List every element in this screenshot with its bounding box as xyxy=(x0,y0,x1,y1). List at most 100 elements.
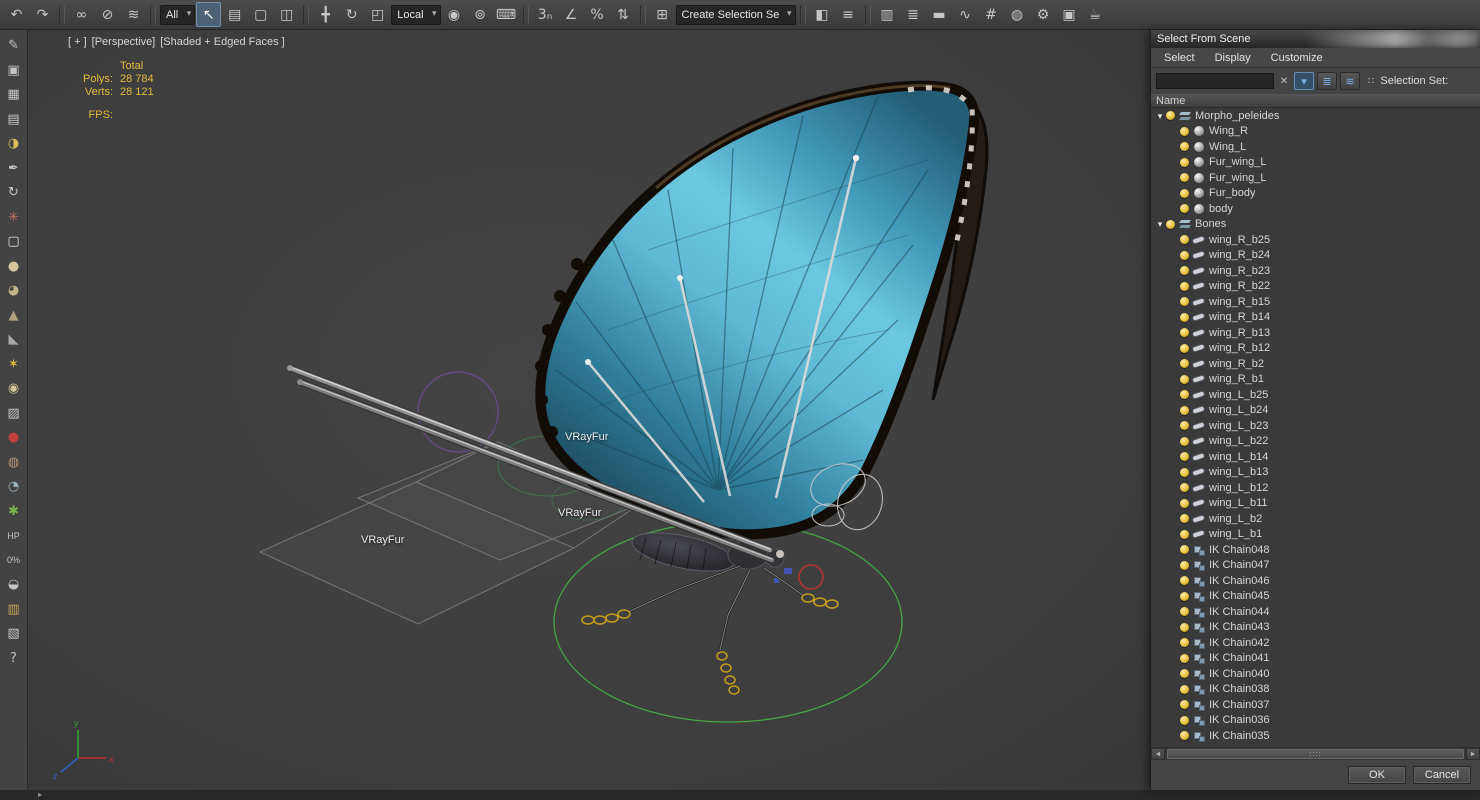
rotate-tool-icon[interactable]: ↻ xyxy=(3,182,25,203)
undo-button[interactable]: ↶ xyxy=(4,2,29,27)
vase-tool-icon[interactable]: ◍ xyxy=(3,452,25,473)
visibility-bulb-icon[interactable] xyxy=(1180,328,1189,338)
visibility-bulb-icon[interactable] xyxy=(1180,297,1189,307)
percent-tool-icon[interactable]: 0% xyxy=(3,550,25,571)
tree-row[interactable]: wing_R_b25 xyxy=(1151,232,1480,248)
tree-row[interactable]: wing_L_b11 xyxy=(1151,496,1480,512)
tree-row[interactable]: wing_R_b24 xyxy=(1151,248,1480,264)
horizontal-scrollbar[interactable] xyxy=(1151,747,1480,760)
tree-row[interactable]: IK Chain041 xyxy=(1151,651,1480,667)
visibility-bulb-icon[interactable] xyxy=(1180,560,1189,570)
visibility-bulb-icon[interactable] xyxy=(1180,684,1189,694)
toggle-scene-explorer-button[interactable]: ▥ xyxy=(875,2,900,27)
tree-row[interactable]: Wing_L xyxy=(1151,139,1480,155)
tree-row[interactable]: Wing_R xyxy=(1151,124,1480,140)
tree-row[interactable]: IK Chain048 xyxy=(1151,542,1480,558)
tree-row[interactable]: wing_L_b24 xyxy=(1151,403,1480,419)
scroll-left-icon[interactable] xyxy=(1151,748,1165,760)
tree-row[interactable]: IK Chain040 xyxy=(1151,666,1480,682)
curve-editor-button[interactable]: ∿ xyxy=(953,2,978,27)
pen-tool-icon[interactable]: ✒ xyxy=(3,158,25,179)
leaf-tool-icon[interactable]: ✱ xyxy=(3,501,25,522)
schematic-view-button[interactable]: # xyxy=(979,2,1004,27)
menu-select[interactable]: Select xyxy=(1155,50,1204,66)
visibility-bulb-icon[interactable] xyxy=(1180,436,1189,446)
select-object-button[interactable]: ↖ xyxy=(196,2,222,27)
lamp-tool-icon[interactable]: ◑ xyxy=(3,133,25,154)
tree-row[interactable]: wing_L_b2 xyxy=(1151,511,1480,527)
cancel-button[interactable]: Cancel xyxy=(1413,766,1471,784)
display-materials-button[interactable]: ≋ xyxy=(1340,72,1360,90)
square-tool-icon[interactable]: ▢ xyxy=(3,231,25,252)
reference-coordinate-dropdown[interactable]: Local xyxy=(391,4,441,25)
visibility-bulb-icon[interactable] xyxy=(1180,421,1189,431)
visibility-bulb-icon[interactable] xyxy=(1180,467,1189,477)
rendered-frame-button[interactable]: ▣ xyxy=(1057,2,1082,27)
align-button[interactable]: ≡ xyxy=(836,2,861,27)
expand-collapse-icon[interactable] xyxy=(1155,218,1165,230)
select-and-manipulate-button[interactable]: ⊚ xyxy=(468,2,493,27)
angle-snap-button[interactable]: ∠ xyxy=(559,2,584,27)
tree-row[interactable]: wing_R_b22 xyxy=(1151,279,1480,295)
expand-collapse-icon[interactable] xyxy=(1155,110,1165,122)
visibility-bulb-icon[interactable] xyxy=(1180,204,1189,214)
toggle-layer-explorer-button[interactable]: ≣ xyxy=(901,2,926,27)
toggle-ribbon-button[interactable]: ▬ xyxy=(927,2,952,27)
tree-row[interactable]: body xyxy=(1151,201,1480,217)
use-pivot-point-button[interactable]: ◉ xyxy=(442,2,467,27)
ball-tool-icon[interactable]: ◉ xyxy=(3,378,25,399)
tree-row[interactable]: wing_L_b13 xyxy=(1151,465,1480,481)
burst-tool-icon[interactable]: ✳ xyxy=(3,207,25,228)
select-and-move-button[interactable]: ╋ xyxy=(313,2,338,27)
tree-row[interactable]: Fur_body xyxy=(1151,186,1480,202)
viewport-shading-menu[interactable]: [Shaded + Edged Faces ] xyxy=(160,36,284,48)
panel-tool-icon[interactable]: ▣ xyxy=(3,60,25,81)
tree-row[interactable]: IK Chain036 xyxy=(1151,713,1480,729)
visibility-bulb-icon[interactable] xyxy=(1180,157,1189,167)
render-production-button[interactable]: ☕ xyxy=(1083,2,1108,27)
hatch-tool-icon[interactable]: ▧ xyxy=(3,623,25,644)
tree-row[interactable]: wing_L_b14 xyxy=(1151,449,1480,465)
visibility-bulb-icon[interactable] xyxy=(1180,312,1189,322)
tree-row[interactable]: wing_R_b2 xyxy=(1151,356,1480,372)
select-and-rotate-button[interactable]: ↻ xyxy=(339,2,364,27)
visibility-bulb-icon[interactable] xyxy=(1180,343,1189,353)
named-selection-set-field[interactable]: Create Selection Se xyxy=(675,4,796,25)
material-editor-button[interactable]: ◍ xyxy=(1005,2,1030,27)
select-and-link-button[interactable]: ∞ xyxy=(69,2,94,27)
window-crossing-button[interactable]: ◫ xyxy=(274,2,299,27)
visibility-bulb-icon[interactable] xyxy=(1180,250,1189,260)
visibility-bulb-icon[interactable] xyxy=(1166,219,1175,229)
tree-row[interactable]: wing_R_b1 xyxy=(1151,372,1480,388)
keyboard-shortcut-override-button[interactable]: ⌨ xyxy=(494,2,519,27)
display-layers-button[interactable]: ≣ xyxy=(1317,72,1337,90)
tree-row[interactable]: wing_R_b14 xyxy=(1151,310,1480,326)
spinner-snap-button[interactable]: ⇅ xyxy=(611,2,636,27)
tree-row[interactable]: wing_R_b15 xyxy=(1151,294,1480,310)
visibility-bulb-icon[interactable] xyxy=(1180,266,1189,276)
visibility-bulb-icon[interactable] xyxy=(1180,638,1189,648)
percent-snap-button[interactable]: % xyxy=(585,2,610,27)
rectangular-selection-region-button[interactable]: ▢ xyxy=(248,2,273,27)
tree-row[interactable]: IK Chain035 xyxy=(1151,728,1480,744)
visibility-bulb-icon[interactable] xyxy=(1180,669,1189,679)
select-and-scale-button[interactable]: ◰ xyxy=(365,2,390,27)
tree-row[interactable]: Fur_wing_L xyxy=(1151,155,1480,171)
redo-button[interactable]: ↷ xyxy=(30,2,55,27)
ok-button[interactable]: OK xyxy=(1348,766,1406,784)
help-tool-icon[interactable]: ? xyxy=(3,648,25,669)
viewport-pov-menu[interactable]: [Perspective] xyxy=(92,36,156,48)
red-ball-tool-icon[interactable]: ● xyxy=(3,427,25,448)
menu-display[interactable]: Display xyxy=(1206,50,1260,66)
visibility-bulb-icon[interactable] xyxy=(1180,126,1189,136)
visibility-bulb-icon[interactable] xyxy=(1180,607,1189,617)
tree-row[interactable]: IK Chain046 xyxy=(1151,573,1480,589)
tree-row[interactable]: wing_L_b22 xyxy=(1151,434,1480,450)
visibility-bulb-icon[interactable] xyxy=(1180,498,1189,508)
visibility-bulb-icon[interactable] xyxy=(1180,514,1189,524)
display-objects-button[interactable]: ▾ xyxy=(1294,72,1314,90)
tree-row[interactable]: wing_L_b1 xyxy=(1151,527,1480,543)
tree-row[interactable]: Morpho_peleides xyxy=(1151,108,1480,124)
menu-customize[interactable]: Customize xyxy=(1262,50,1332,66)
visibility-bulb-icon[interactable] xyxy=(1180,529,1189,539)
